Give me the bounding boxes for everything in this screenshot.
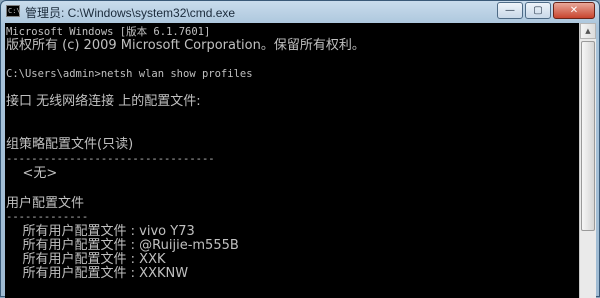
- maximize-button[interactable]: ▢: [525, 2, 551, 19]
- title-bar[interactable]: C:\ 管理员: C:\Windows\system32\cmd.exe — ▢…: [1, 1, 599, 23]
- cmd-window: C:\ 管理员: C:\Windows\system32\cmd.exe — ▢…: [0, 0, 600, 298]
- console-line: <无>: [6, 166, 58, 181]
- console-line: 版权所有 (c) 2009 Microsoft Corporation。保留所有…: [6, 38, 365, 53]
- window-controls: — ▢ ✕: [497, 2, 595, 20]
- window-title: 管理员: C:\Windows\system32\cmd.exe: [25, 6, 236, 20]
- console-line: 所有用户配置文件 : vivo Y73: [6, 224, 195, 239]
- close-button[interactable]: ✕: [553, 2, 595, 19]
- console-line: 用户配置文件: [6, 196, 85, 211]
- console-line: 所有用户配置文件 : @Ruijie-m555B: [6, 238, 239, 253]
- scroll-up-icon[interactable]: ▲: [580, 23, 596, 39]
- cmd-app-icon[interactable]: C:\: [6, 5, 21, 17]
- scroll-thumb[interactable]: [581, 41, 595, 231]
- console-line: 接口 无线网络连接 上的配置文件:: [6, 94, 201, 109]
- console-line: 组策略配置文件(只读): [6, 137, 134, 152]
- console-output[interactable]: Microsoft Windows [版本 6.1.7601] 版权所有 (c)…: [5, 23, 579, 298]
- vertical-scrollbar[interactable]: ▲: [579, 23, 596, 298]
- minimize-button[interactable]: —: [497, 2, 523, 19]
- console-line: 所有用户配置文件 : XXK: [6, 252, 166, 267]
- console-line: ---------------------------------: [6, 153, 215, 165]
- console-line: 所有用户配置文件 : XXKNW: [6, 266, 189, 281]
- console-line: C:\Users\admin>netsh wlan show profiles: [6, 68, 253, 80]
- console-line: -------------: [6, 211, 89, 223]
- console-line: Microsoft Windows [版本 6.1.7601]: [6, 26, 211, 38]
